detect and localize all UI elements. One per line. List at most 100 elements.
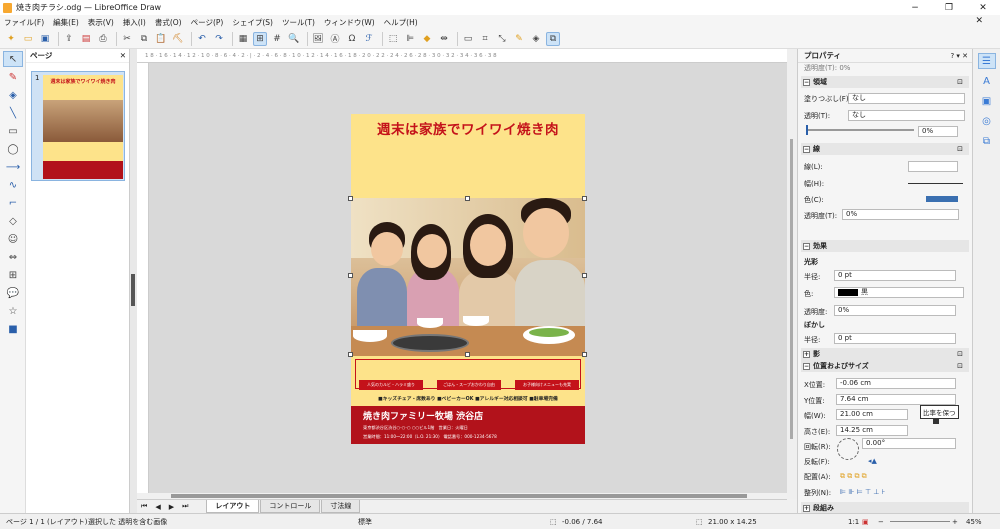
maximize-button[interactable]: ❐ <box>932 0 966 15</box>
fontwork-icon[interactable]: ℱ <box>362 32 376 46</box>
callouts-icon[interactable]: 💬 <box>3 285 23 301</box>
navigator-deck-icon[interactable]: ◎ <box>978 113 996 129</box>
close-pane-icon[interactable]: ✕ <box>120 51 126 60</box>
arrow-tool-icon[interactable]: ⟶ <box>3 159 23 175</box>
save-icon[interactable]: ▣ <box>38 32 52 46</box>
last-tab-icon[interactable]: ⏭ <box>182 502 188 511</box>
selection-handle[interactable] <box>348 352 353 357</box>
section-line[interactable]: − 線 ⊡ <box>801 143 969 155</box>
grid-icon[interactable]: ▦ <box>236 32 250 46</box>
horizontal-scrollbar[interactable] <box>171 494 747 498</box>
crop-icon[interactable]: ⌗ <box>478 32 492 46</box>
keep-ratio-icon[interactable] <box>933 418 939 424</box>
zoom-slider[interactable] <box>890 521 950 522</box>
menu-help[interactable]: ヘルプ(H) <box>384 17 418 28</box>
basic-shapes-icon[interactable]: ◇ <box>3 213 23 229</box>
show-draw-functions-icon[interactable]: ⧉ <box>546 31 560 46</box>
section-position-size[interactable]: − 位置およびサイズ ⊡ <box>801 360 969 372</box>
rotation-field[interactable]: 0.00° <box>862 438 956 449</box>
properties-deck-icon[interactable]: ☰ <box>977 53 996 69</box>
family-photo[interactable] <box>351 198 585 356</box>
line-tool-icon[interactable]: ╲ <box>3 105 23 121</box>
width-field[interactable]: 21.00 cm <box>836 409 908 420</box>
slider-thumb[interactable] <box>806 125 808 135</box>
snap-grid-icon[interactable]: # <box>270 32 284 46</box>
symbol-shapes-icon[interactable]: ☺ <box>3 231 23 247</box>
pane-splitter[interactable] <box>130 49 137 513</box>
rotation-dial[interactable] <box>837 438 859 460</box>
curve-tool-icon[interactable]: ∿ <box>3 177 23 193</box>
tab-dimensions[interactable]: 寸法線 <box>321 500 361 513</box>
sidebar-menu-icon[interactable]: ? ▾ ✕ <box>950 52 968 60</box>
export-icon[interactable]: ⇪ <box>62 32 76 46</box>
glow-transparency-field[interactable]: 0% <box>834 305 956 316</box>
menu-window[interactable]: ウィンドウ(W) <box>324 17 375 28</box>
arrange-icon[interactable]: ◆ <box>420 32 434 46</box>
zoom-icon[interactable]: 🔍 <box>287 32 301 46</box>
area-transparency-select[interactable]: なし <box>848 110 965 121</box>
menu-file[interactable]: ファイル(F) <box>4 17 44 28</box>
drawing-canvas[interactable]: 週末は家族でワイワイ焼き肉 人気のカルビ・ハラミ盛り ごはん・スープおかわり自由… <box>149 63 787 493</box>
transparency-slider[interactable] <box>806 129 914 131</box>
line-color-icon[interactable]: ✎ <box>3 69 23 85</box>
shapes-deck-icon[interactable]: ⧉ <box>978 133 996 149</box>
tab-layout[interactable]: レイアウト <box>206 500 260 513</box>
next-tab-icon[interactable]: ▶ <box>169 503 174 511</box>
prev-tab-icon[interactable]: ◀ <box>155 503 160 511</box>
open-icon[interactable]: ▭ <box>21 32 35 46</box>
glow-radius-field[interactable]: 0 pt <box>834 270 956 281</box>
menu-page[interactable]: ページ(P) <box>191 17 224 28</box>
styles-deck-icon[interactable]: A <box>978 73 996 89</box>
height-field[interactable]: 14.25 cm <box>836 425 908 436</box>
menu-view[interactable]: 表示(V) <box>88 17 114 28</box>
insert-image-icon[interactable]: 🖼 <box>311 32 325 46</box>
fill-select[interactable]: なし <box>848 93 965 104</box>
menu-insert[interactable]: 挿入(I) <box>123 17 146 28</box>
points-icon[interactable]: ⤡ <box>495 32 509 46</box>
shadow-icon[interactable]: ▭ <box>461 32 475 46</box>
selection-handle[interactable] <box>465 196 470 201</box>
cut-icon[interactable]: ✂ <box>120 32 134 46</box>
select-tool-icon[interactable]: ↖ <box>3 51 23 67</box>
vertical-scrollbar[interactable] <box>787 49 797 499</box>
arrange-icons[interactable]: ⧉ ⧉ ⧉ ⧉ <box>840 472 867 481</box>
first-tab-icon[interactable]: ⏮ <box>141 502 147 511</box>
minimize-button[interactable]: − <box>898 0 932 15</box>
export-pdf-icon[interactable]: ▤ <box>79 32 93 46</box>
connector-tool-icon[interactable]: ⌐ <box>3 195 23 211</box>
block-arrows-icon[interactable]: ⇔ <box>3 249 23 265</box>
print-icon[interactable]: ⎙ <box>96 32 110 46</box>
distribute-icon[interactable]: ⇹ <box>437 32 451 46</box>
toggle-extrusion-icon[interactable]: ◈ <box>529 32 543 46</box>
vertical-ruler[interactable] <box>137 63 149 493</box>
zoom-out-icon[interactable]: − <box>878 518 884 526</box>
redo-icon[interactable]: ↷ <box>212 32 226 46</box>
horizontal-ruler[interactable]: 1 8 · 1 6 · 1 4 · 1 2 · 1 0 · 8 · 6 · 4 … <box>137 49 787 63</box>
menu-shape[interactable]: シェイプ(S) <box>232 17 273 28</box>
paste-icon[interactable]: 📋 <box>154 32 168 46</box>
clone-formatting-icon[interactable]: ⛏ <box>171 32 185 46</box>
transformations-icon[interactable]: ⬚ <box>386 32 400 46</box>
line-width-preview[interactable] <box>908 183 963 184</box>
selection-handle[interactable] <box>465 352 470 357</box>
selection-handle[interactable] <box>582 352 587 357</box>
gallery-deck-icon[interactable]: ▣ <box>978 93 996 109</box>
flip-icons[interactable]: ◂▲ <box>868 457 877 465</box>
section-columns[interactable]: + 段組み <box>801 502 969 513</box>
align-objects-icon[interactable]: ⊫ <box>403 32 417 46</box>
soft-radius-field[interactable]: 0 pt <box>834 333 956 344</box>
glow-color-select[interactable]: 黒 <box>834 287 964 298</box>
menu-format[interactable]: 書式(O) <box>155 17 182 28</box>
stars-icon[interactable]: ☆ <box>3 303 23 319</box>
new-document-icon[interactable]: ✦ <box>4 32 18 46</box>
y-position-field[interactable]: 7.64 cm <box>836 394 956 405</box>
menu-edit[interactable]: 編集(E) <box>53 17 79 28</box>
insert-textbox-icon[interactable]: Ⓐ <box>328 32 342 46</box>
transparency-value-field[interactable]: 0% <box>918 126 958 137</box>
3d-objects-icon[interactable]: ■ <box>3 321 23 337</box>
ellipse-tool-icon[interactable]: ◯ <box>3 141 23 157</box>
tab-controls[interactable]: コントロール <box>260 500 321 513</box>
line-transparency-field[interactable]: 0% <box>842 209 959 220</box>
page-thumbnail[interactable]: 1 週末は家族でワイワイ焼き肉 <box>31 71 125 181</box>
x-position-field[interactable]: -0.06 cm <box>836 378 956 389</box>
